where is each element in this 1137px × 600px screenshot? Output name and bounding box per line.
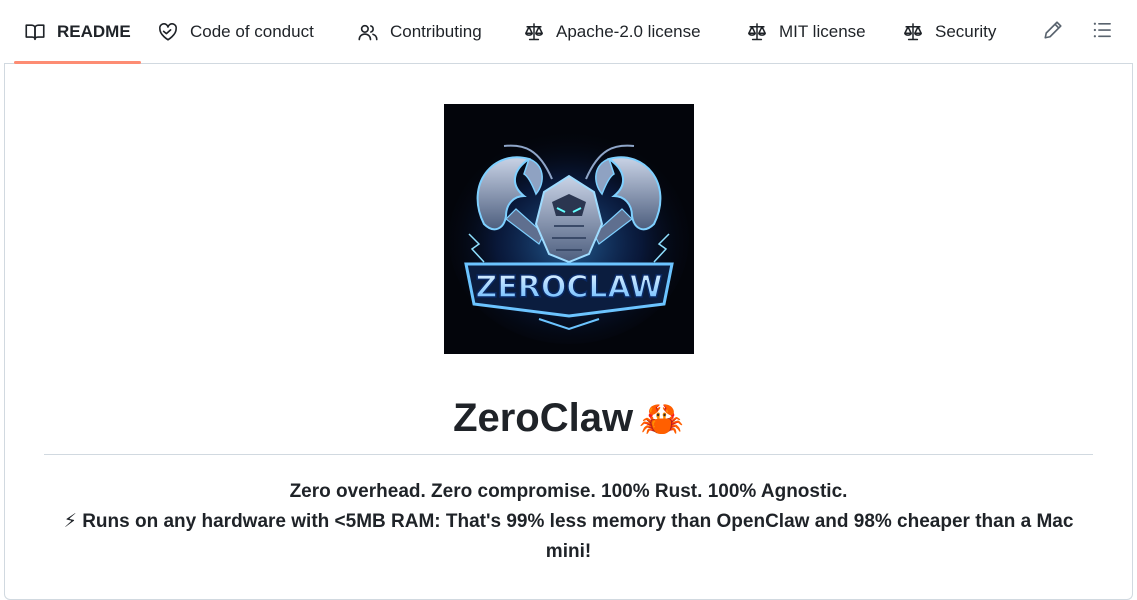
outline-button[interactable] (1090, 20, 1114, 44)
law-icon (746, 21, 768, 43)
tab-code-of-conduct[interactable]: Code of conduct (157, 0, 314, 63)
title-text: ZeroClaw (453, 396, 634, 440)
tab-label: Security (935, 21, 997, 41)
tab-contributing[interactable]: Contributing (357, 0, 482, 63)
logo-wordmark: ZEROCLAW (476, 270, 663, 305)
heading-divider (44, 454, 1093, 455)
tab-label: Apache-2.0 license (556, 21, 701, 41)
tab-label: Contributing (390, 21, 482, 41)
pencil-icon (1043, 20, 1063, 45)
list-unordered-icon (1092, 20, 1112, 45)
law-icon (902, 21, 924, 43)
tab-apache-license[interactable]: Apache-2.0 license (523, 0, 701, 63)
crab-emoji-icon: 🦀 (639, 398, 684, 439)
tab-security[interactable]: Security (902, 0, 996, 63)
tagline-line-1: Zero overhead. Zero compromise. 100% Rus… (289, 481, 848, 502)
code-of-conduct-icon (157, 21, 179, 43)
edit-file-button[interactable] (1041, 20, 1065, 44)
book-icon (24, 21, 46, 43)
tab-readme[interactable]: README (14, 0, 141, 64)
tab-label: MIT license (779, 21, 866, 41)
law-icon (523, 21, 545, 43)
readme-tagline: Zero overhead. Zero compromise. 100% Rus… (44, 477, 1093, 567)
tagline-line-2: ⚡ Runs on any hardware with <5MB RAM: Th… (63, 511, 1074, 562)
tab-mit-license[interactable]: MIT license (746, 0, 866, 63)
people-icon (357, 21, 379, 43)
zeroclaw-logo-image: ZEROCLAW (444, 104, 694, 354)
tab-label: README (57, 21, 131, 41)
readme-title: ZeroClaw 🦀 (44, 390, 1093, 446)
readme-tab-bar: README Code of conduct Contributing Apac… (4, 0, 1133, 64)
tab-label: Code of conduct (190, 21, 314, 41)
